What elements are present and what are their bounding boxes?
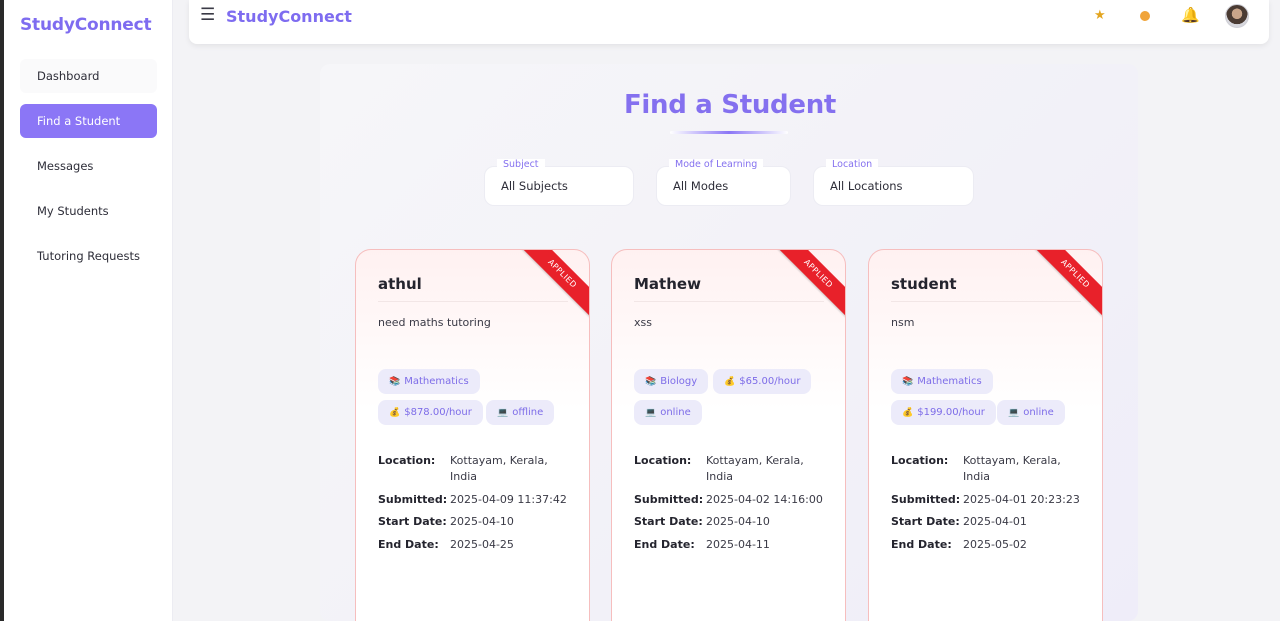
top-brand[interactable]: StudyConnect xyxy=(226,7,352,26)
rate-tag: 💰 $199.00/hour xyxy=(891,400,996,425)
sidebar-item-dashboard[interactable]: Dashboard xyxy=(20,59,157,93)
subject-filter[interactable]: Subject All Subjects xyxy=(484,159,634,206)
card-divider xyxy=(634,301,824,302)
mode-tag-label: online xyxy=(1023,407,1054,418)
subject-tag-label: Biology xyxy=(660,376,698,387)
student-name: athul xyxy=(378,275,422,293)
student-description: nsm xyxy=(891,316,915,329)
submitted-label: Submitted: xyxy=(891,493,961,506)
end-date-value: 2025-04-11 xyxy=(706,538,770,551)
student-name: Mathew xyxy=(634,275,701,293)
end-date-label: End Date: xyxy=(891,538,952,551)
student-card[interactable]: APPLIED student nsm 📚 Mathematics 💰 $199.0… xyxy=(868,249,1103,621)
status-dot-icon[interactable] xyxy=(1140,11,1150,21)
location-value: Kottayam, Kerala, India xyxy=(450,454,548,483)
rate-tag: 💰 $65.00/hour xyxy=(713,369,812,394)
submitted-label: Submitted: xyxy=(378,493,448,506)
rate-tag-label: $199.00/hour xyxy=(917,407,985,418)
start-date-label: Start Date: xyxy=(634,515,703,528)
mode-filter-value[interactable]: All Modes xyxy=(673,179,728,193)
sidebar-item-tutoring-requests[interactable]: Tutoring Requests xyxy=(20,239,157,273)
applied-ribbon: APPLIED xyxy=(772,250,845,320)
applied-ribbon: APPLIED xyxy=(1029,250,1102,320)
subject-tag: 📚 Biology xyxy=(634,369,709,394)
location-label: Location: xyxy=(378,454,436,467)
start-date-value: 2025-04-01 xyxy=(963,515,1027,528)
mode-filter-label: Mode of Learning xyxy=(669,159,764,170)
rate-tag: 💰 $878.00/hour xyxy=(378,400,483,425)
end-date-label: End Date: xyxy=(634,538,695,551)
student-name: student xyxy=(891,275,957,293)
start-date-value: 2025-04-10 xyxy=(706,515,770,528)
mode-tag-label: offline xyxy=(512,407,544,418)
mode-tag: 💻 online xyxy=(634,400,702,425)
menu-icon[interactable]: ☰ xyxy=(200,5,215,25)
subject-tag-label: Mathematics xyxy=(917,376,982,387)
money-bag-icon: 💰 xyxy=(389,408,401,418)
title-underline xyxy=(670,131,788,134)
top-bar: ☰ StudyConnect ★ 🔔 xyxy=(189,0,1269,44)
location-filter-value[interactable]: All Locations xyxy=(830,179,903,193)
sidebar-item-my-students[interactable]: My Students xyxy=(20,194,157,228)
books-icon: 📚 xyxy=(902,377,914,387)
submitted-label: Submitted: xyxy=(634,493,704,506)
books-icon: 📚 xyxy=(645,377,657,387)
submitted-value: 2025-04-02 14:16:00 xyxy=(706,493,823,506)
location-label: Location: xyxy=(891,454,949,467)
avatar[interactable] xyxy=(1225,4,1249,28)
card-divider xyxy=(378,301,568,302)
location-label: Location: xyxy=(634,454,692,467)
sidebar-item-messages[interactable]: Messages xyxy=(20,149,157,183)
subject-filter-value[interactable]: All Subjects xyxy=(501,179,568,193)
rate-tag-label: $65.00/hour xyxy=(739,376,801,387)
start-date-label: Start Date: xyxy=(891,515,960,528)
star-icon[interactable]: ★ xyxy=(1094,8,1106,23)
rate-tag-label: $878.00/hour xyxy=(404,407,472,418)
location-value: Kottayam, Kerala, India xyxy=(706,454,804,483)
money-bag-icon: 💰 xyxy=(902,408,914,418)
laptop-icon: 💻 xyxy=(645,408,657,418)
mode-tag: 💻 offline xyxy=(486,400,555,425)
laptop-icon: 💻 xyxy=(497,408,509,418)
student-description: xss xyxy=(634,316,652,329)
submitted-value: 2025-04-09 11:37:42 xyxy=(450,493,567,506)
money-bag-icon: 💰 xyxy=(724,377,736,387)
subject-tag-label: Mathematics xyxy=(404,376,469,387)
mode-tag-label: online xyxy=(660,407,691,418)
subject-tag: 📚 Mathematics xyxy=(378,369,480,394)
laptop-icon: 💻 xyxy=(1008,408,1020,418)
end-date-value: 2025-05-02 xyxy=(963,538,1027,551)
submitted-value: 2025-04-01 20:23:23 xyxy=(963,493,1080,506)
student-card[interactable]: APPLIED Mathew xss 📚 Biology 💰 $65.00/hour… xyxy=(611,249,846,621)
books-icon: 📚 xyxy=(389,377,401,387)
location-filter-label: Location xyxy=(826,159,879,170)
end-date-label: End Date: xyxy=(378,538,439,551)
start-date-value: 2025-04-10 xyxy=(450,515,514,528)
mode-filter[interactable]: Mode of Learning All Modes xyxy=(656,159,791,206)
subject-filter-label: Subject xyxy=(497,159,545,170)
page-title: Find a Student xyxy=(623,90,837,120)
subject-tag: 📚 Mathematics xyxy=(891,369,993,394)
student-description: need maths tutoring xyxy=(378,316,491,329)
sidebar-brand[interactable]: StudyConnect xyxy=(20,15,152,35)
location-filter[interactable]: Location All Locations xyxy=(813,159,974,206)
mode-tag: 💻 online xyxy=(997,400,1065,425)
location-value: Kottayam, Kerala, India xyxy=(963,454,1061,483)
bell-icon[interactable]: 🔔 xyxy=(1181,6,1200,24)
student-card[interactable]: APPLIED athul need maths tutoring 📚 Mathe… xyxy=(355,249,590,621)
end-date-value: 2025-04-25 xyxy=(450,538,514,551)
applied-ribbon: APPLIED xyxy=(516,250,589,320)
start-date-label: Start Date: xyxy=(378,515,447,528)
card-divider xyxy=(891,301,1081,302)
